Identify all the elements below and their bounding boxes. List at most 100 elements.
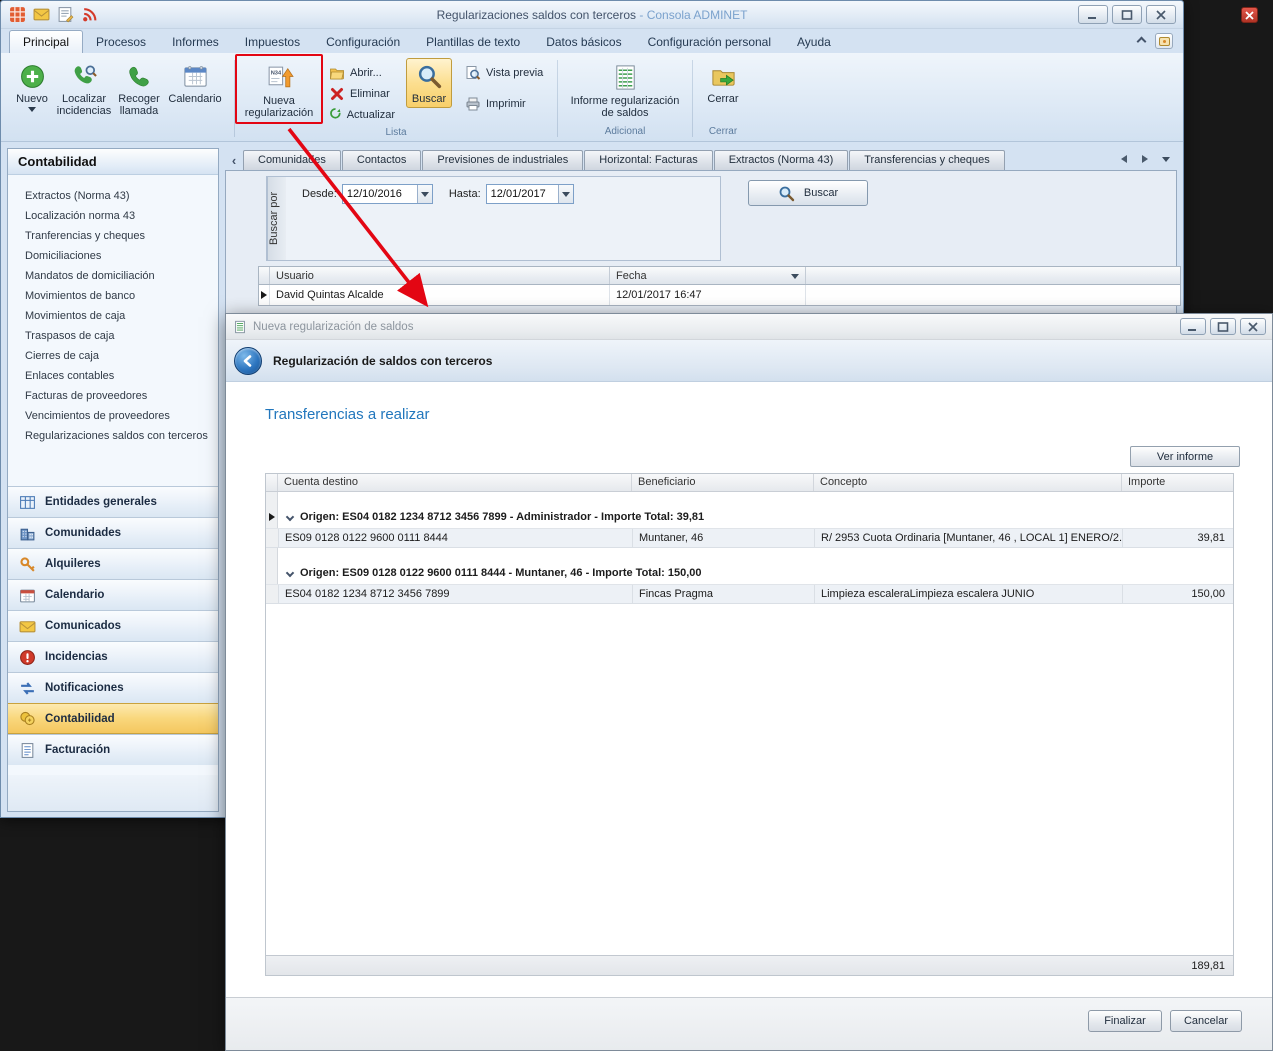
nuevo-button[interactable]: Nuevo bbox=[9, 58, 55, 115]
nav-contabilidad[interactable]: Contabilidad bbox=[8, 703, 218, 734]
collapse-group-icon[interactable] bbox=[286, 513, 294, 521]
fecha-filter-dropdown-icon[interactable] bbox=[791, 274, 799, 279]
nueva-regularizacion-button[interactable]: N34 Nueva regularización bbox=[240, 58, 318, 122]
transfer-row[interactable]: ES09 0128 0122 9600 0111 8444 Muntaner, … bbox=[266, 528, 1233, 548]
cancelar-button[interactable]: Cancelar bbox=[1170, 1010, 1242, 1032]
sidebar-item-movimientos-banco[interactable]: Movimientos de banco bbox=[8, 286, 218, 306]
nav-comunicados[interactable]: Comunicados bbox=[8, 610, 218, 641]
sidebar-item-traspasos-caja[interactable]: Traspasos de caja bbox=[8, 326, 218, 346]
column-usuario[interactable]: Usuario bbox=[270, 267, 610, 284]
dialog-minimize-button[interactable] bbox=[1180, 318, 1206, 335]
desde-date-input[interactable]: 12/10/2016 bbox=[342, 184, 433, 204]
column-fecha[interactable]: Fecha bbox=[610, 267, 806, 284]
nav-entidades-generales[interactable]: Entidades generales bbox=[8, 486, 218, 517]
actualizar-button[interactable]: Actualizar bbox=[324, 104, 400, 125]
group-header-row-2[interactable]: Origen: ES09 0128 0122 9600 0111 8444 - … bbox=[266, 562, 1233, 584]
background-window-close-icon[interactable] bbox=[1241, 7, 1258, 23]
recoger-llamada-button[interactable]: Recoger llamada bbox=[113, 58, 165, 120]
column-concepto[interactable]: Concepto bbox=[814, 474, 1122, 491]
tab-procesos[interactable]: Procesos bbox=[83, 31, 159, 53]
tab-ayuda[interactable]: Ayuda bbox=[784, 31, 844, 53]
mail-icon[interactable] bbox=[33, 6, 50, 23]
column-cuenta-destino[interactable]: Cuenta destino bbox=[278, 474, 632, 491]
dialog-header: Regularización de saldos con terceros bbox=[226, 340, 1272, 382]
collapse-ribbon-icon[interactable] bbox=[1137, 36, 1147, 46]
sidebar-item-domiciliaciones[interactable]: Domiciliaciones bbox=[8, 246, 218, 266]
nav-calendario[interactable]: Calendario bbox=[8, 579, 218, 610]
cerrar-button[interactable]: Cerrar bbox=[698, 58, 748, 108]
abrir-button[interactable]: Abrir... bbox=[324, 62, 400, 83]
nav-facturacion[interactable]: Facturación bbox=[8, 734, 218, 765]
doc-tab-transferencias[interactable]: Transferencias y cheques bbox=[849, 150, 1005, 170]
doc-tab-extractos[interactable]: Extractos (Norma 43) bbox=[714, 150, 849, 170]
close-button[interactable] bbox=[1146, 5, 1176, 24]
ver-informe-button[interactable]: Ver informe bbox=[1130, 446, 1240, 467]
calendar-small-icon bbox=[19, 587, 36, 604]
doc-tab-horizontal-facturas[interactable]: Horizontal: Facturas bbox=[584, 150, 712, 170]
localizar-incidencias-button[interactable]: Localizar incidencias bbox=[55, 58, 113, 120]
sidebar-item-vencimientos-proveedores[interactable]: Vencimientos de proveedores bbox=[8, 406, 218, 426]
tab-principal[interactable]: Principal bbox=[9, 30, 83, 53]
tab-list-dropdown-icon[interactable] bbox=[1159, 152, 1173, 166]
doc-tab-previsiones[interactable]: Previsiones de industriales bbox=[422, 150, 583, 170]
back-button[interactable] bbox=[234, 347, 262, 375]
nav-alquileres[interactable]: Alquileres bbox=[8, 548, 218, 579]
eliminar-button[interactable]: Eliminar bbox=[324, 83, 400, 104]
signal-icon[interactable] bbox=[81, 6, 98, 23]
desde-dropdown-icon[interactable] bbox=[417, 185, 432, 203]
collapse-group-icon[interactable] bbox=[286, 569, 294, 577]
sidebar-item-movimientos-caja[interactable]: Movimientos de caja bbox=[8, 306, 218, 326]
maximize-button[interactable] bbox=[1112, 5, 1142, 24]
tab-plantillas[interactable]: Plantillas de texto bbox=[413, 31, 533, 53]
column-beneficiario[interactable]: Beneficiario bbox=[632, 474, 814, 491]
incident-badge-icon bbox=[19, 649, 36, 666]
search-small-icon bbox=[778, 185, 795, 202]
printer-icon bbox=[465, 96, 481, 112]
tab-informes[interactable]: Informes bbox=[159, 31, 232, 53]
column-importe[interactable]: Importe bbox=[1122, 474, 1233, 491]
hasta-dropdown-icon[interactable] bbox=[558, 185, 573, 203]
tab-scroll-left-icon[interactable] bbox=[1117, 152, 1131, 166]
sidebar-item-enlaces-contables[interactable]: Enlaces contables bbox=[8, 366, 218, 386]
tab-configuracion[interactable]: Configuración bbox=[313, 31, 413, 53]
dialog-maximize-button[interactable] bbox=[1210, 318, 1236, 335]
transfer-row[interactable]: ES04 0182 1234 8712 3456 7899 Fincas Pra… bbox=[266, 584, 1233, 604]
nav-comunidades[interactable]: Comunidades bbox=[8, 517, 218, 548]
gutter-header bbox=[266, 474, 278, 491]
vista-previa-button[interactable]: Vista previa bbox=[460, 62, 552, 83]
notes-icon[interactable] bbox=[57, 6, 74, 23]
minimize-button[interactable] bbox=[1078, 5, 1108, 24]
buildings-icon bbox=[19, 525, 36, 542]
table-row[interactable]: David Quintas Alcalde 12/01/2017 16:47 bbox=[258, 285, 1181, 306]
buscar-ribbon-button[interactable]: Buscar bbox=[406, 58, 452, 108]
invoice-icon bbox=[19, 742, 36, 759]
dialog-close-button[interactable] bbox=[1240, 318, 1266, 335]
sidebar-item-mandatos[interactable]: Mandatos de domiciliación bbox=[8, 266, 218, 286]
nav-incidencias[interactable]: Incidencias bbox=[8, 641, 218, 672]
search-icon bbox=[416, 63, 443, 90]
sidebar-item-tranferencias-cheques[interactable]: Tranferencias y cheques bbox=[8, 226, 218, 246]
tab-configuracion-personal[interactable]: Configuración personal bbox=[635, 31, 784, 53]
sidebar-item-regularizaciones[interactable]: Regularizaciones saldos con terceros bbox=[8, 426, 218, 446]
collapse-sidebar-icon[interactable]: ‹ bbox=[225, 150, 243, 170]
doc-tab-contactos[interactable]: Contactos bbox=[342, 150, 422, 170]
sidebar-item-localizacion-norma43[interactable]: Localización norma 43 bbox=[8, 206, 218, 226]
imprimir-button[interactable]: Imprimir bbox=[460, 93, 552, 114]
tab-scroll-right-icon[interactable] bbox=[1138, 152, 1152, 166]
calendario-button[interactable]: Calendario bbox=[165, 58, 225, 108]
tab-impuestos[interactable]: Impuestos bbox=[232, 31, 313, 53]
informe-regularizacion-button[interactable]: Informe regularización de saldos bbox=[563, 58, 687, 122]
group-header-row-1[interactable]: Origen: ES04 0182 1234 8712 3456 7899 - … bbox=[266, 506, 1233, 528]
sidebar-item-extractos[interactable]: Extractos (Norma 43) bbox=[8, 186, 218, 206]
app-grid-icon[interactable] bbox=[9, 6, 26, 23]
hasta-date-input[interactable]: 12/01/2017 bbox=[486, 184, 574, 204]
doc-tab-comunidades[interactable]: Comunidades bbox=[243, 150, 341, 170]
sidebar-item-facturas-proveedores[interactable]: Facturas de proveedores bbox=[8, 386, 218, 406]
keytips-icon[interactable] bbox=[1155, 33, 1173, 49]
finalizar-button[interactable]: Finalizar bbox=[1088, 1010, 1162, 1032]
refresh-icon bbox=[329, 107, 342, 123]
nav-notificaciones[interactable]: Notificaciones bbox=[8, 672, 218, 703]
tab-datos-basicos[interactable]: Datos básicos bbox=[533, 31, 634, 53]
sidebar-item-cierres-caja[interactable]: Cierres de caja bbox=[8, 346, 218, 366]
buscar-panel-button[interactable]: Buscar bbox=[748, 180, 868, 206]
